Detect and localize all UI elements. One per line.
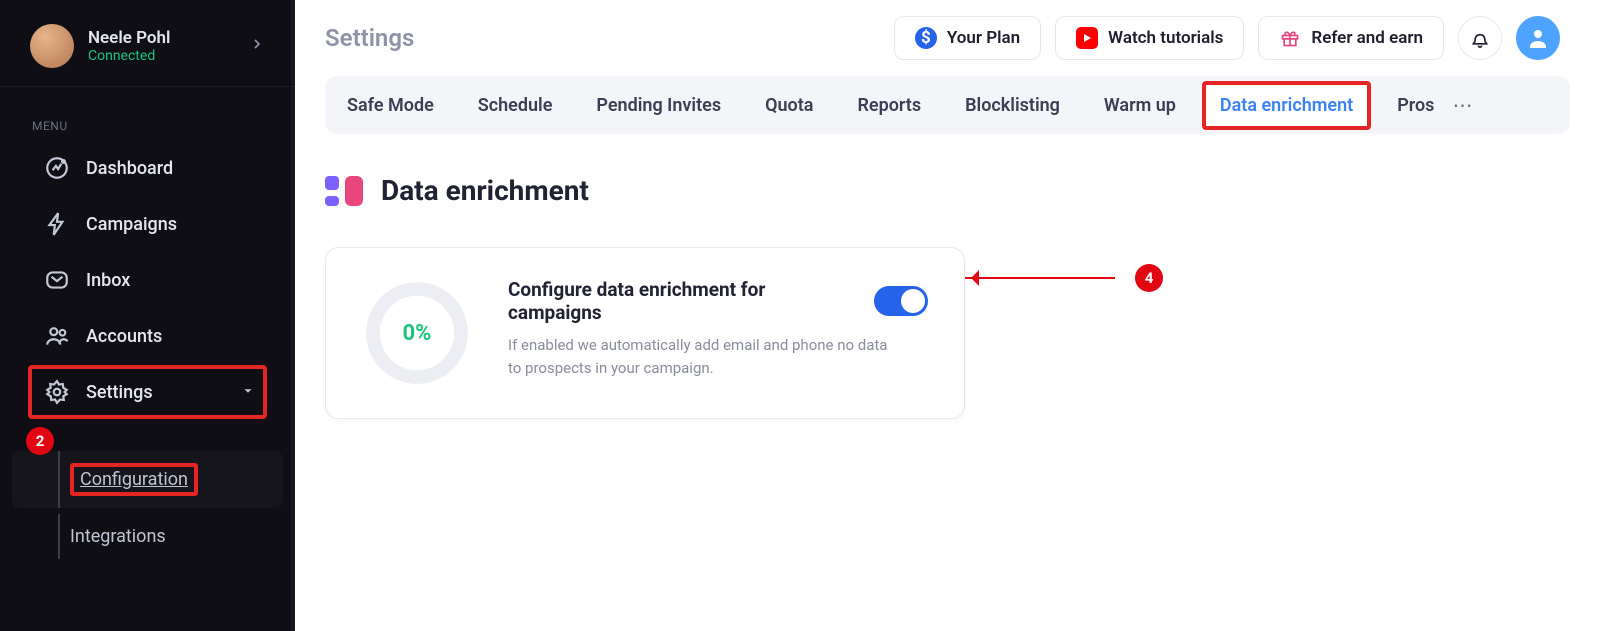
- enrichment-toggle[interactable]: [874, 286, 928, 316]
- sidebar-item-label: Campaigns: [86, 214, 177, 235]
- sidebar-item-inbox[interactable]: Inbox: [0, 253, 295, 307]
- tabs-overflow-button[interactable]: ⋯: [1442, 93, 1492, 117]
- refer-and-earn-button[interactable]: Refer and earn: [1258, 16, 1444, 60]
- user-status: Connected: [88, 48, 170, 64]
- accounts-icon: [44, 323, 70, 349]
- annotation-badge-2: 2: [26, 427, 54, 455]
- gear-icon: [44, 379, 70, 405]
- main: Settings $ Your Plan Watch tutorials Ref…: [295, 0, 1600, 631]
- bell-icon: [1470, 28, 1490, 48]
- tab-data-enrichment[interactable]: Data enrichment: [1202, 81, 1371, 130]
- your-plan-button[interactable]: $ Your Plan: [894, 16, 1041, 60]
- subnav-label: Configuration: [70, 463, 198, 496]
- tab-safe-mode[interactable]: Safe Mode: [325, 77, 456, 134]
- chevron-right-icon: [249, 36, 265, 56]
- sidebar-item-label: Accounts: [86, 326, 162, 347]
- topbar: Settings $ Your Plan Watch tutorials Ref…: [295, 0, 1600, 76]
- subnav-item-configuration[interactable]: Configuration 2: [12, 451, 283, 508]
- tab-label: Data enrichment: [1220, 95, 1353, 116]
- subnav-rail: [58, 451, 60, 508]
- tab-blocklisting[interactable]: Blocklisting: [943, 77, 1082, 134]
- lightning-icon: [44, 211, 70, 237]
- chip-label: Your Plan: [947, 28, 1020, 48]
- sidebar-item-accounts[interactable]: Accounts 1: [0, 309, 295, 363]
- sidebar-item-campaigns[interactable]: Campaigns: [0, 197, 295, 251]
- sidebar-item-label: Settings: [86, 382, 153, 403]
- tab-schedule[interactable]: Schedule: [456, 77, 575, 134]
- chevron-down-icon: [241, 382, 255, 403]
- page-title: Settings: [325, 24, 414, 52]
- panel-description: If enabled we automatically add email an…: [508, 334, 888, 379]
- panel-text: Configure data enrichment for campaigns …: [508, 278, 928, 379]
- sidebar-item-label: Dashboard: [86, 158, 173, 179]
- youtube-icon: [1076, 27, 1098, 49]
- donut-value: 0%: [362, 278, 472, 388]
- sidebar: Neele Pohl Connected MENU Dashboard Camp…: [0, 0, 295, 631]
- account-avatar-button[interactable]: [1516, 16, 1560, 60]
- menu-section-label: MENU: [0, 87, 295, 141]
- tab-pending-invites[interactable]: Pending Invites: [574, 77, 743, 134]
- subnav-label: Integrations: [70, 526, 166, 547]
- chip-label: Watch tutorials: [1108, 28, 1223, 48]
- sidebar-item-label: Inbox: [86, 270, 130, 291]
- notifications-button[interactable]: [1458, 16, 1502, 60]
- inbox-icon: [44, 267, 70, 293]
- subnav-rail: [58, 514, 60, 559]
- tab-reports[interactable]: Reports: [835, 77, 943, 134]
- tab-prospects-truncated[interactable]: Pros: [1375, 77, 1442, 134]
- sidebar-item-dashboard[interactable]: Dashboard: [0, 141, 295, 195]
- tab-warm-up[interactable]: Warm up: [1082, 77, 1198, 134]
- profile-header[interactable]: Neele Pohl Connected: [0, 14, 295, 87]
- dollar-icon: $: [915, 27, 937, 49]
- annotation-arrow: [965, 277, 1115, 279]
- data-enrichment-icon: [325, 176, 363, 206]
- subnav-item-integrations[interactable]: Integrations: [0, 514, 295, 559]
- panel-title: Configure data enrichment for campaigns: [508, 278, 858, 324]
- tab-quota[interactable]: Quota: [743, 77, 835, 134]
- dashboard-icon: [44, 155, 70, 181]
- annotation-4: 4: [965, 264, 1163, 292]
- person-icon: [1526, 26, 1550, 50]
- annotation-badge-4: 4: [1135, 264, 1163, 292]
- settings-tabs: Safe Mode Schedule Pending Invites Quota…: [325, 76, 1570, 134]
- user-avatar: [30, 24, 74, 68]
- sidebar-nav: Dashboard Campaigns Inbox Accounts 1 S: [0, 141, 295, 559]
- settings-subnav: Configuration 2 Integrations: [0, 421, 295, 559]
- content: Data enrichment 0% Configure data enrich…: [295, 134, 1600, 459]
- sidebar-item-settings[interactable]: Settings: [28, 365, 267, 419]
- usage-donut: 0%: [362, 278, 472, 388]
- watch-tutorials-button[interactable]: Watch tutorials: [1055, 16, 1244, 60]
- gift-icon: [1279, 27, 1301, 49]
- section-header: Data enrichment: [325, 174, 1570, 207]
- user-name: Neele Pohl: [88, 28, 170, 48]
- toggle-knob: [901, 289, 925, 313]
- chip-label: Refer and earn: [1311, 28, 1423, 48]
- data-enrichment-panel: 0% Configure data enrichment for campaig…: [325, 247, 965, 419]
- section-title: Data enrichment: [381, 174, 589, 207]
